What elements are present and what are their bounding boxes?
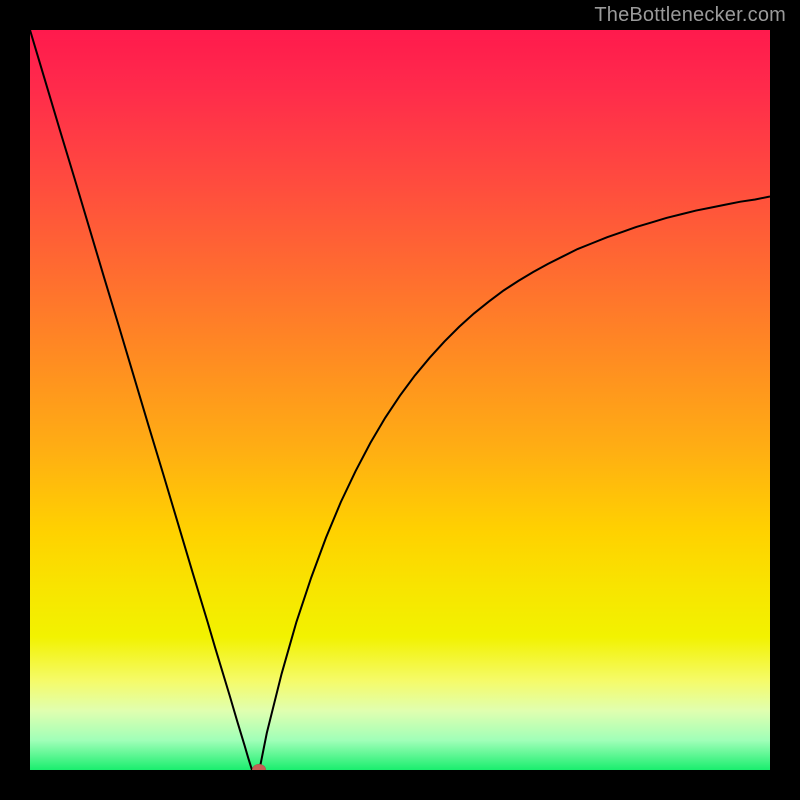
bottleneck-curve bbox=[30, 30, 770, 770]
curve-svg bbox=[30, 30, 770, 770]
plot-area bbox=[30, 30, 770, 770]
minimum-marker-icon bbox=[252, 764, 266, 770]
chart-frame: TheBottlenecker.com bbox=[0, 0, 800, 800]
watermark-text: TheBottlenecker.com bbox=[594, 4, 786, 27]
